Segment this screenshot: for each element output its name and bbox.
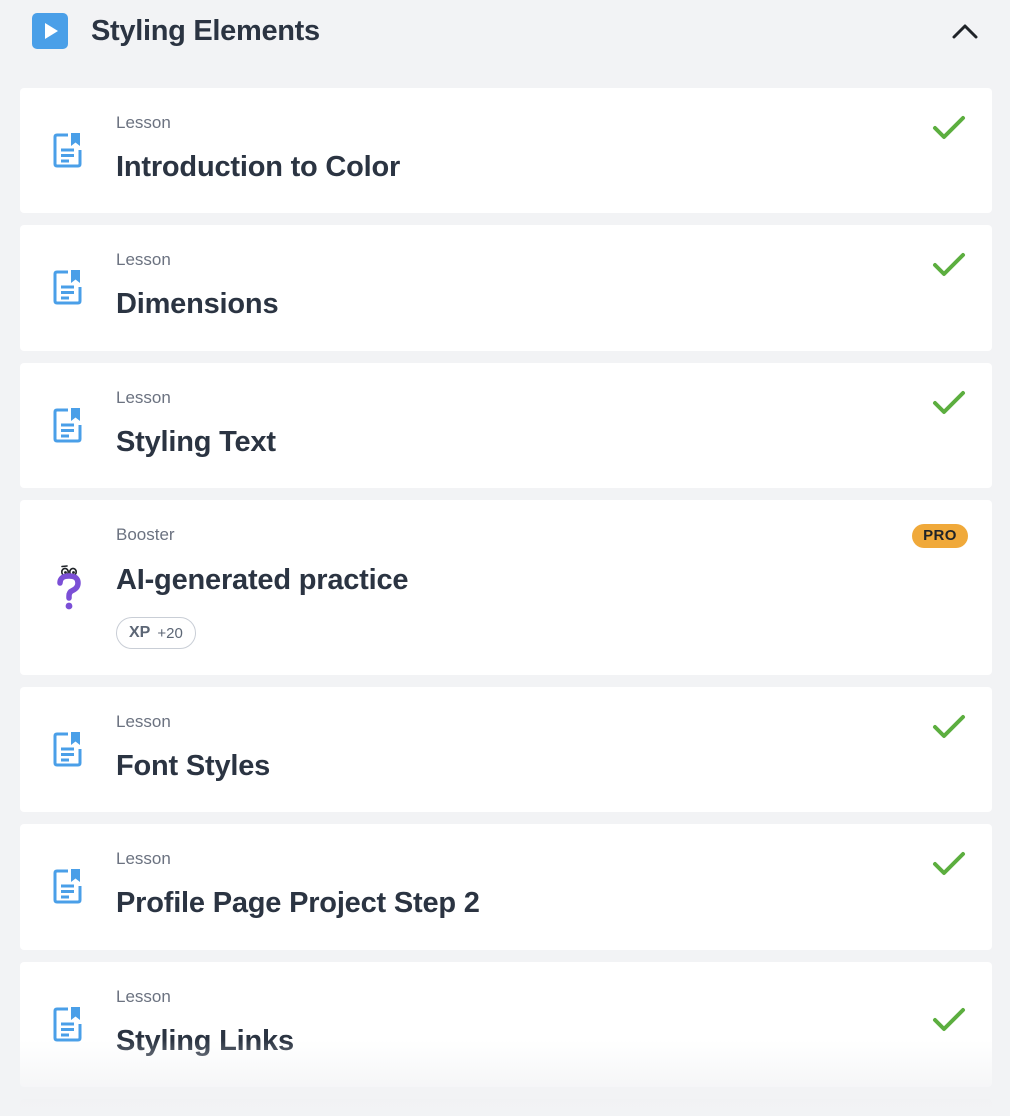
item-title[interactable]: Styling Text <box>116 424 276 460</box>
document-icon <box>52 268 84 313</box>
item-kind: Lesson <box>116 849 171 868</box>
document-icon <box>52 406 84 451</box>
item-kind: Lesson <box>116 113 171 132</box>
document-icon <box>52 131 84 176</box>
lesson-item-styling-text[interactable]: Lesson Styling Text <box>20 363 992 488</box>
document-icon <box>52 730 84 775</box>
item-kind: Lesson <box>116 712 171 731</box>
check-icon <box>932 114 966 147</box>
document-icon <box>52 867 84 912</box>
item-title[interactable]: Styling Links <box>116 1023 294 1059</box>
check-icon <box>932 1006 966 1039</box>
pro-badge: PRO <box>912 524 968 548</box>
check-icon <box>932 850 966 883</box>
lesson-item-introduction-to-color[interactable]: Lesson Introduction to Color <box>20 88 992 213</box>
lesson-item-profile-page-project-step-2[interactable]: Lesson Profile Page Project Step 2 <box>20 824 992 950</box>
lesson-item-font-styles[interactable]: Lesson Font Styles <box>20 687 992 812</box>
item-kind: Lesson <box>116 250 171 269</box>
course-outline: Styling Elements Lesson Introduction to … <box>0 0 1010 1116</box>
lesson-item-styling-links[interactable]: Lesson Styling Links <box>20 962 992 1087</box>
next-item-card[interactable] <box>20 1099 992 1116</box>
check-icon <box>932 713 966 746</box>
chevron-up-icon[interactable] <box>948 16 982 46</box>
item-kind: Lesson <box>116 987 171 1006</box>
item-kind: Lesson <box>116 388 171 407</box>
check-icon <box>932 389 966 422</box>
lesson-item-dimensions[interactable]: Lesson Dimensions <box>20 225 992 351</box>
item-title[interactable]: AI-generated practice <box>116 562 409 598</box>
play-icon <box>32 13 68 49</box>
item-title[interactable]: Profile Page Project Step 2 <box>116 885 480 921</box>
section-header[interactable]: Styling Elements <box>0 0 1010 62</box>
item-title[interactable]: Dimensions <box>116 286 279 322</box>
xp-reward-pill: XP +20 <box>116 617 196 649</box>
item-kind: Booster <box>116 525 175 544</box>
booster-item-ai-generated-practice[interactable]: Booster AI-generated practice PRO XP +20 <box>20 500 992 675</box>
check-icon <box>932 251 966 284</box>
section-title: Styling Elements <box>91 15 320 47</box>
question-mark-icon <box>54 564 84 617</box>
xp-value: +20 <box>157 624 183 642</box>
document-icon <box>52 1005 84 1050</box>
item-title[interactable]: Font Styles <box>116 748 270 784</box>
xp-label: XP <box>129 624 151 641</box>
item-title[interactable]: Introduction to Color <box>116 149 400 185</box>
